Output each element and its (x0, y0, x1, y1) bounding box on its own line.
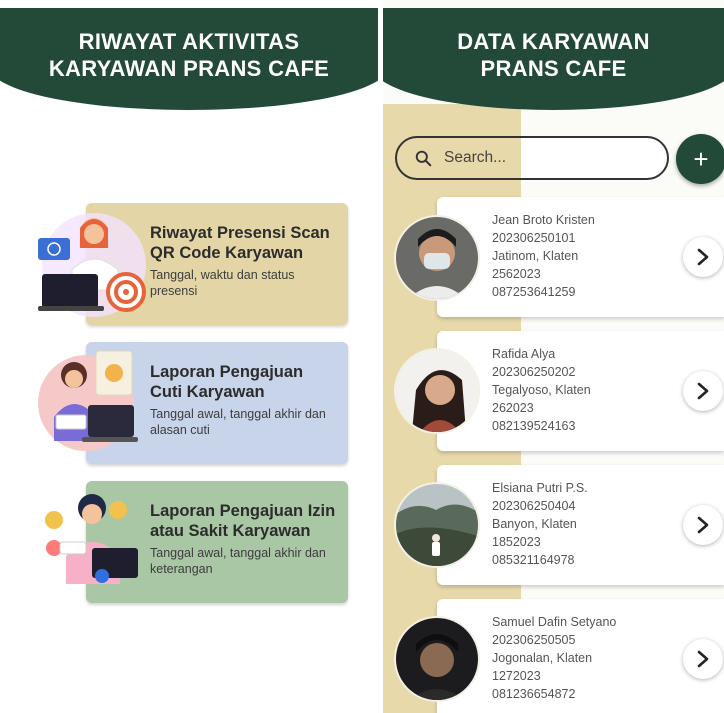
employee-id: 202306250404 (492, 499, 576, 513)
activity-history-screen: RIWAYAT AKTIVITAS KARYAWAN PRANS CAFE Ri… (0, 0, 378, 713)
employee-id: 202306250505 (492, 633, 576, 647)
employee-data-screen: DATA KARYAWAN PRANS CAFE Search... + Jea… (383, 0, 724, 713)
employee-info: Jean Broto Kristen 202306250101 Jatinom,… (492, 211, 595, 301)
header-title-line2: KARYAWAN PRANS CAFE (48, 56, 330, 81)
header-title-line2: PRANS CAFE (480, 56, 627, 81)
employee-phone: 081236654872 (492, 687, 576, 701)
employee-code: 262023 (492, 401, 534, 415)
employee-address: Jatinom, Klaten (492, 249, 579, 263)
employee-card[interactable]: Jean Broto Kristen 202306250101 Jatinom,… (437, 197, 724, 317)
employee-info: Samuel Dafin Setyano 202306250505 Jogona… (492, 613, 616, 703)
search-icon (415, 150, 432, 166)
search-placeholder: Search... (444, 149, 507, 166)
menu-card-title: Laporan Pengajuan Cuti Karyawan (150, 363, 304, 401)
menu-card-title: Riwayat Presensi Scan QR Code Karyawan (150, 224, 330, 262)
add-employee-button[interactable]: + (676, 134, 724, 184)
header-banner: RIWAYAT AKTIVITAS KARYAWAN PRANS CAFE (0, 8, 378, 110)
header-title-line1: RIWAYAT AKTIVITAS (78, 29, 300, 54)
employee-name: Rafida Alya (492, 347, 556, 361)
leave-request-illustration (34, 345, 144, 455)
employee-address: Jogonalan, Klaten (492, 651, 593, 665)
menu-card-description: Tanggal awal, tanggal akhir dan keterang… (150, 546, 326, 576)
employee-card[interactable]: Samuel Dafin Setyano 202306250505 Jogona… (437, 599, 724, 713)
chevron-right-icon (697, 248, 709, 266)
menu-card-description: Tanggal awal, tanggal akhir dan alasan c… (150, 407, 326, 437)
avatar (396, 350, 478, 432)
employee-info: Rafida Alya 202306250202 Tegalyoso, Klat… (492, 345, 591, 435)
chevron-right-icon (697, 382, 709, 400)
plus-icon: + (693, 143, 709, 174)
search-input[interactable]: Search... (395, 136, 669, 180)
employee-code: 2562023 (492, 267, 541, 281)
employee-code: 1852023 (492, 535, 541, 549)
avatar (396, 618, 478, 700)
avatar (396, 484, 478, 566)
employee-phone: 082139524163 (492, 419, 576, 433)
employee-detail-button[interactable] (683, 237, 723, 277)
qr-attendance-illustration (36, 210, 146, 320)
employee-code: 1272023 (492, 669, 541, 683)
employee-name: Elsiana Putri P.S. (492, 481, 588, 495)
employee-id: 202306250101 (492, 231, 576, 245)
header-banner: DATA KARYAWAN PRANS CAFE (383, 8, 724, 110)
employee-name: Jean Broto Kristen (492, 213, 595, 227)
employee-detail-button[interactable] (683, 505, 723, 545)
employee-info: Elsiana Putri P.S. 202306250404 Banyon, … (492, 479, 588, 569)
employee-address: Banyon, Klaten (492, 517, 577, 531)
menu-card-title: Laporan Pengajuan Izin atau Sakit Karyaw… (150, 502, 336, 540)
employee-phone: 087253641259 (492, 285, 576, 299)
employee-detail-button[interactable] (683, 371, 723, 411)
header-title-line1: DATA KARYAWAN (457, 29, 650, 54)
employee-detail-button[interactable] (683, 639, 723, 679)
employee-phone: 085321164978 (492, 553, 575, 567)
employee-id: 202306250202 (492, 365, 576, 379)
employee-name: Samuel Dafin Setyano (492, 615, 617, 629)
avatar (396, 217, 478, 299)
chevron-right-icon (697, 516, 709, 534)
permit-sick-illustration (36, 484, 146, 594)
menu-card-description: Tanggal, waktu dan status presensi (150, 268, 295, 298)
employee-address: Tegalyoso, Klaten (492, 383, 591, 397)
chevron-right-icon (697, 650, 709, 668)
employee-card[interactable]: Elsiana Putri P.S. 202306250404 Banyon, … (437, 465, 724, 585)
employee-card[interactable]: Rafida Alya 202306250202 Tegalyoso, Klat… (437, 331, 724, 451)
